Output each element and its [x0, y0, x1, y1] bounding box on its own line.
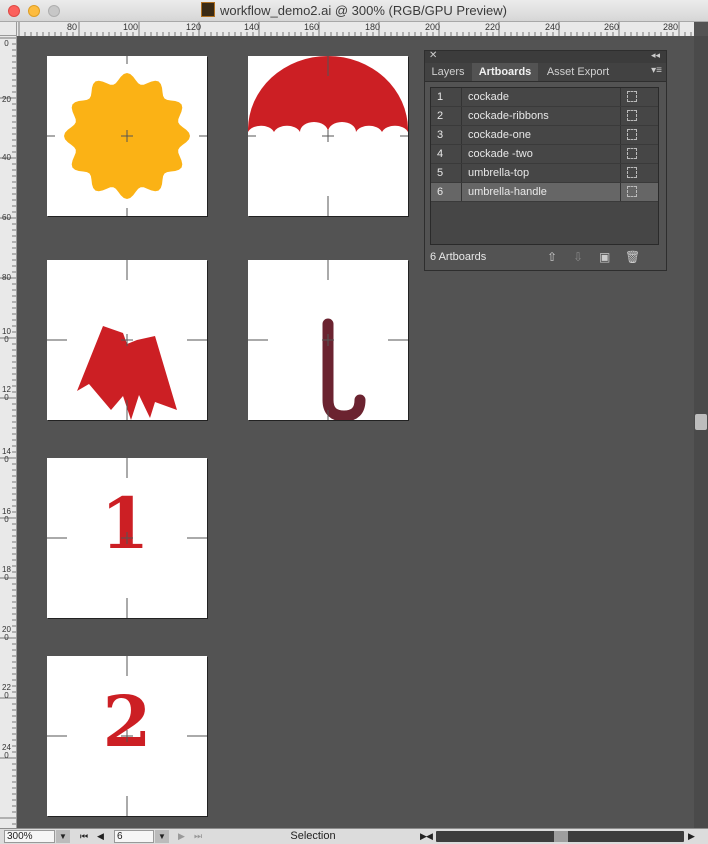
zoom-dropdown-icon[interactable]: ▼ [56, 830, 70, 843]
artboard-options-icon[interactable] [627, 129, 637, 140]
arrow-down-icon[interactable]: ⇩ [573, 250, 583, 264]
artboard-cockade-one[interactable]: 1 [47, 458, 207, 618]
h-ruler-label: 200 [425, 22, 441, 32]
h-ruler-label: 240 [545, 22, 561, 32]
arrow-up-icon[interactable]: ⇧ [547, 250, 557, 264]
artboard-umbrella-top[interactable] [248, 56, 408, 216]
umbrella-handle-shape[interactable] [322, 318, 366, 420]
artboard-cockade-two[interactable]: 2 [47, 656, 207, 816]
next-artboard-button[interactable]: ▶ [178, 830, 185, 843]
artboard-row-name[interactable]: umbrella-handle [463, 183, 621, 201]
h-ruler-label: 80 [67, 22, 78, 32]
h-ruler-label: 280 [663, 22, 679, 32]
artboard-row-number: 3 [431, 126, 462, 144]
v-ruler-label: 100 [2, 327, 11, 344]
last-artboard-button[interactable]: ⏭ [194, 830, 202, 843]
h-ruler-label: 140 [244, 22, 260, 32]
artboard-row-cockade-one[interactable]: 3 cockade-one [431, 126, 658, 145]
artboard-count: 6 Artboards [430, 251, 487, 263]
horizontal-ruler[interactable]: 80 100 120 140 160 180 200 220 240 260 2… [17, 22, 694, 37]
window-title: workflow_demo2.ai @ 300% (RGB/GPU Previe… [219, 3, 507, 18]
v-ruler-label: 180 [2, 565, 11, 582]
window-titlebar: workflow_demo2.ai @ 300% (RGB/GPU Previe… [0, 0, 708, 22]
artboard-options-icon[interactable] [627, 167, 637, 178]
tab-asset-export[interactable]: Asset Export [539, 63, 617, 81]
artboard-row-name[interactable]: cockade -two [463, 145, 621, 163]
artboard-number-field[interactable]: 6 [114, 830, 154, 843]
scroll-right-icon[interactable]: ▶ [688, 830, 695, 843]
new-artboard-icon[interactable]: ▣ [599, 250, 610, 264]
v-ruler-label: 120 [2, 385, 11, 402]
scroll-left-icon[interactable]: ◀ [426, 830, 433, 843]
numeral-two-shape[interactable]: 2 [103, 680, 152, 763]
tab-layers[interactable]: Layers [425, 63, 471, 81]
h-ruler-label: 260 [604, 22, 620, 32]
previous-artboard-button[interactable]: ◀ [97, 830, 104, 843]
vertical-ruler[interactable]: 0 20 40 60 80 100 120 140 160 180 200 22… [0, 36, 17, 828]
ruler-origin[interactable] [0, 22, 17, 36]
current-tool-label[interactable]: Selection [270, 830, 356, 843]
first-artboard-button[interactable]: ⏮ [80, 830, 88, 843]
artboard-row-number: 4 [431, 145, 462, 163]
artboard-row-name[interactable]: umbrella-top [463, 164, 621, 182]
v-ruler-label: 160 [2, 507, 11, 524]
horizontal-scrollbar[interactable] [436, 831, 684, 842]
h-ruler-label: 160 [304, 22, 320, 32]
ai-document-icon [200, 2, 215, 17]
artboard-umbrella-handle[interactable] [248, 260, 408, 420]
vertical-scrollbar[interactable] [694, 36, 708, 828]
artboard-options-icon[interactable] [627, 186, 637, 197]
artboard-row-number: 5 [431, 164, 462, 182]
panel-tabs: Layers Artboards Asset Export ▾≡ [425, 63, 666, 82]
tab-artboards[interactable]: Artboards [472, 63, 538, 81]
numeral-one-shape[interactable]: 1 [101, 482, 150, 565]
v-ruler-label: 80 [2, 273, 11, 282]
artboard-row-number: 1 [431, 88, 462, 106]
v-ruler-label: 60 [2, 213, 11, 222]
v-ruler-label: 220 [2, 683, 11, 700]
panel-header[interactable]: ✕ ◂◂ [425, 50, 666, 63]
vertical-scroll-thumb[interactable] [695, 414, 707, 430]
artboard-options-icon[interactable] [627, 91, 637, 102]
artboard-row-number: 6 [431, 183, 462, 201]
v-ruler-label: 240 [2, 743, 11, 760]
artboard-cockade[interactable] [47, 56, 207, 216]
close-icon[interactable]: ✕ [429, 50, 437, 61]
artboard-cockade-ribbons[interactable] [47, 260, 207, 420]
panel-footer: 6 Artboards ⇧ ⇩ ▣ 🗑 [425, 247, 666, 270]
artboard-list: 1 cockade 2 cockade-ribbons 3 cockade-on… [430, 87, 659, 245]
artboard-row-umbrella-handle[interactable]: 6 umbrella-handle [431, 183, 658, 202]
artboard-row-name[interactable]: cockade [463, 88, 621, 106]
collapse-panel-icon[interactable]: ◂◂ [651, 50, 660, 61]
h-ruler-label: 180 [365, 22, 381, 32]
artboard-options-icon[interactable] [627, 110, 637, 121]
artboard-row-umbrella-top[interactable]: 5 umbrella-top [431, 164, 658, 183]
h-ruler-label: 220 [485, 22, 501, 32]
artboard-row-number: 2 [431, 107, 462, 125]
artboard-dropdown-icon[interactable]: ▼ [155, 830, 169, 843]
artboard-row-name[interactable]: cockade-one [463, 126, 621, 144]
horizontal-scroll-thumb[interactable] [554, 831, 568, 842]
status-bar: 300% ▼ ⏮ ◀ 6 ▼ ▶ ⏭ Selection ▶ ◀ ▶ [0, 828, 708, 844]
horizontal-ruler-ticks [18, 22, 692, 36]
h-ruler-label: 100 [123, 22, 139, 32]
v-ruler-label: 140 [2, 447, 11, 464]
panel-menu-icon[interactable]: ▾≡ [651, 65, 662, 76]
v-ruler-label: 0 [4, 39, 9, 48]
artboards-panel: ✕ ◂◂ Layers Artboards Asset Export ▾≡ 1 … [424, 50, 667, 271]
artboard-row-name[interactable]: cockade-ribbons [463, 107, 621, 125]
artboard-row-cockade[interactable]: 1 cockade [431, 88, 658, 107]
v-ruler-label: 20 [2, 95, 11, 104]
h-ruler-label: 120 [186, 22, 202, 32]
artboard-options-icon[interactable] [627, 148, 637, 159]
v-ruler-label: 40 [2, 153, 11, 162]
trash-icon[interactable]: 🗑 [625, 250, 640, 264]
zoom-level-field[interactable]: 300% [4, 830, 55, 843]
v-ruler-label: 200 [2, 625, 11, 642]
artboard-row-cockade-two[interactable]: 4 cockade -two [431, 145, 658, 164]
artboard-row-cockade-ribbons[interactable]: 2 cockade-ribbons [431, 107, 658, 126]
